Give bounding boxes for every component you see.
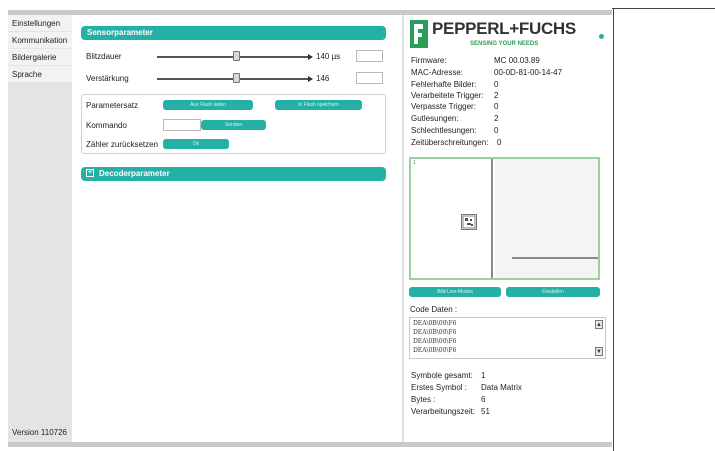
bad-reads-label: Schlechtlesungen: bbox=[411, 126, 477, 135]
image-background-region bbox=[495, 159, 598, 278]
faulty-images-value: 0 bbox=[494, 80, 499, 89]
total-symbols-label: Symbole gesamt: bbox=[411, 371, 473, 380]
mac-address-value: 00-0D-81-00-14-47 bbox=[494, 68, 563, 77]
verstaerkung-label: Verstärkung bbox=[86, 74, 129, 83]
blitzdauer-label: Blitzdauer bbox=[86, 52, 122, 61]
load-from-flash-button[interactable]: Aus Flash laden bbox=[163, 100, 253, 110]
sensor-parameter-header[interactable]: Sensorparameter bbox=[81, 26, 386, 40]
sidebar-item-kommunikation[interactable]: Kommunikation bbox=[8, 32, 72, 49]
parametersatz-label: Parametersatz bbox=[86, 101, 139, 110]
data-matrix-code-icon bbox=[461, 214, 477, 230]
brand-name: PEPPERL+FUCHS bbox=[432, 19, 576, 38]
kommando-label: Kommando bbox=[86, 121, 127, 130]
bytes-label: Bytes : bbox=[411, 395, 436, 404]
outer-border-top bbox=[612, 8, 715, 9]
sidebar-item-bildergalerie[interactable]: Bildergalerie bbox=[8, 49, 72, 66]
faulty-images-label: Fehlerhafte Bilder: bbox=[411, 80, 477, 89]
pepperl-fuchs-logo-icon bbox=[410, 20, 428, 48]
expand-plus-icon[interactable]: + bbox=[86, 169, 94, 177]
send-command-button[interactable]: Senden bbox=[201, 120, 266, 130]
code-data-list[interactable]: DEA\0B\00\F6 DEA\0B\00\F6 DEA\0B\00\F6 D… bbox=[409, 317, 606, 359]
timeouts-label: Zeitüberschreitungen: bbox=[411, 138, 489, 147]
blitzdauer-slider-handle[interactable] bbox=[233, 51, 240, 61]
bad-reads-value: 0 bbox=[494, 126, 499, 135]
good-reads-value: 2 bbox=[494, 114, 499, 123]
kommando-input[interactable] bbox=[163, 119, 201, 131]
verstaerkung-slider-handle[interactable] bbox=[233, 73, 240, 83]
missed-triggers-label: Verpasste Trigger: bbox=[411, 102, 476, 111]
camera-image[interactable]: 1 bbox=[409, 157, 600, 280]
first-symbol-value: Data Matrix bbox=[481, 383, 522, 392]
image-horizontal-line bbox=[512, 257, 598, 259]
blitzdauer-value: 140 µs bbox=[316, 52, 341, 61]
bottom-bar bbox=[8, 442, 612, 447]
decoder-parameter-header[interactable]: Decoderparameter bbox=[81, 167, 386, 181]
verstaerkung-value: 146 bbox=[316, 74, 330, 83]
image-edge-line bbox=[491, 159, 493, 278]
good-reads-label: Gutlesungen: bbox=[411, 114, 459, 123]
version-label: Version 110726 bbox=[12, 428, 68, 437]
reset-counter-ok-button[interactable]: Ok bbox=[163, 139, 229, 149]
save-to-flash-button[interactable]: In Flash speichern bbox=[275, 100, 362, 110]
code-data-label: Code Daten : bbox=[410, 305, 458, 314]
processed-triggers-label: Verarbeitete Trigger: bbox=[411, 91, 484, 100]
total-symbols-value: 1 bbox=[481, 371, 486, 380]
timeouts-value: 0 bbox=[497, 138, 502, 147]
reset-counter-label: Zähler zurücksetzen bbox=[86, 140, 159, 149]
outer-border-right bbox=[613, 8, 614, 451]
missed-triggers-value: 0 bbox=[494, 102, 499, 111]
firmware-label: Firmware: bbox=[411, 56, 447, 65]
mac-address-label: MAC-Adresse: bbox=[411, 68, 464, 77]
scroll-down-icon[interactable]: ▼ bbox=[595, 347, 603, 356]
processing-time-label: Verarbeitungszeit: bbox=[411, 407, 476, 416]
blitzdauer-slider-arrow-icon bbox=[308, 54, 313, 60]
code-line: DEA\0B\00\F6 bbox=[413, 347, 457, 354]
scroll-up-icon[interactable]: ▲ bbox=[595, 320, 603, 329]
image-corner-label: 1 bbox=[413, 160, 416, 166]
firmware-value: MC 00.03.89 bbox=[494, 56, 540, 65]
status-indicator-icon bbox=[599, 34, 604, 39]
processed-triggers-value: 2 bbox=[494, 91, 499, 100]
adjust-button[interactable]: Einstellen bbox=[506, 287, 600, 297]
code-line: DEA\0B\00\F6 bbox=[413, 320, 457, 327]
sidebar-item-einstellungen[interactable]: Einstellungen bbox=[8, 15, 72, 32]
first-symbol-label: Erstes Symbol : bbox=[411, 383, 468, 392]
sidebar: Einstellungen Kommunikation Bildergaleri… bbox=[8, 15, 72, 442]
live-image-mode-button[interactable]: Bild-Live-Modus bbox=[409, 287, 501, 297]
verstaerkung-input[interactable] bbox=[356, 72, 383, 84]
sidebar-item-sprache[interactable]: Sprache bbox=[8, 66, 72, 83]
bytes-value: 6 bbox=[481, 395, 486, 404]
code-line: DEA\0B\00\F6 bbox=[413, 338, 457, 345]
processing-time-value: 51 bbox=[481, 407, 490, 416]
code-line: DEA\0B\00\F6 bbox=[413, 329, 457, 336]
brand-tagline: SENSING YOUR NEEDS bbox=[470, 41, 539, 47]
verstaerkung-slider-arrow-icon bbox=[308, 76, 313, 82]
blitzdauer-input[interactable] bbox=[356, 50, 383, 62]
